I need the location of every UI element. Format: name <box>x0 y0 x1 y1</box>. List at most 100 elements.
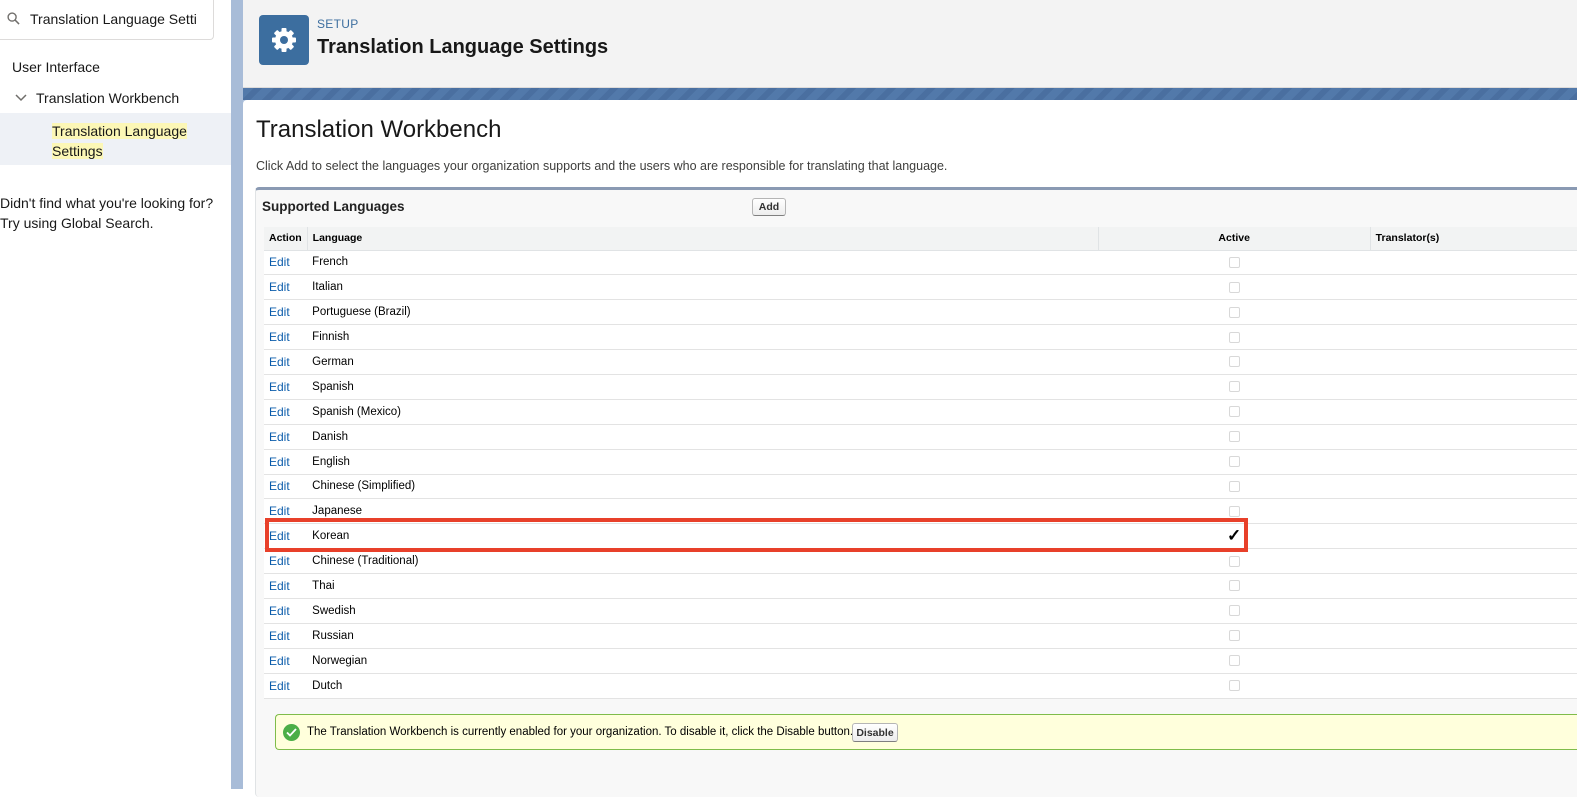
action-cell: Edit <box>264 424 308 450</box>
edit-link[interactable]: Edit <box>269 255 290 269</box>
active-checkbox <box>1228 580 1240 592</box>
edit-link[interactable]: Edit <box>269 305 290 319</box>
active-checkbox <box>1228 605 1240 617</box>
language-cell: Dutch <box>307 673 1099 699</box>
setup-sidebar: Translation Language Settings › User Int… <box>0 0 231 789</box>
tree-item-translation-workbench[interactable]: Translation Workbench <box>36 90 179 106</box>
language-cell: Norwegian <box>307 648 1099 674</box>
table-header-row: Action Language Active Translator(s) <box>264 227 1577 251</box>
edit-link[interactable]: Edit <box>269 679 290 693</box>
sidebar-divider <box>231 0 243 789</box>
translators-cell <box>1370 424 1577 450</box>
status-message: The Translation Workbench is currently e… <box>275 714 1577 750</box>
supported-languages-panel: Supported Languages Add Action Language … <box>255 187 1577 797</box>
edit-link[interactable]: Edit <box>269 654 290 668</box>
active-cell <box>1098 623 1371 649</box>
edit-link[interactable]: Edit <box>269 479 290 493</box>
active-cell <box>1098 399 1371 425</box>
language-cell: Japanese <box>307 498 1099 525</box>
chevron-down-icon[interactable] <box>15 93 27 103</box>
translators-cell <box>1370 299 1577 326</box>
active-cell <box>1098 548 1371 575</box>
setup-icon <box>259 15 309 65</box>
active-checkbox <box>1228 480 1240 492</box>
edit-link[interactable]: Edit <box>269 355 290 369</box>
action-cell: Edit <box>264 573 308 599</box>
table-row: Edit English <box>264 449 1577 475</box>
edit-link[interactable]: Edit <box>269 405 290 419</box>
translators-cell <box>1370 498 1577 525</box>
translators-cell <box>1370 548 1577 575</box>
languages-table: Action Language Active Translator(s) Edi… <box>264 227 1577 699</box>
tree-item-user-interface[interactable]: User Interface <box>12 59 100 75</box>
table-row: Edit Chinese (Simplified) <box>264 474 1577 500</box>
edit-link[interactable]: Edit <box>269 455 290 469</box>
active-cell <box>1098 573 1371 599</box>
action-cell: Edit <box>264 598 308 624</box>
active-checkbox <box>1228 505 1240 517</box>
action-cell: Edit <box>264 299 308 326</box>
translators-cell <box>1370 523 1577 550</box>
language-cell: Thai <box>307 573 1099 599</box>
table-row: Edit Russian <box>264 623 1577 649</box>
active-checkbox <box>1228 456 1240 468</box>
column-header-language: Language <box>307 227 1099 251</box>
active-checkbox <box>1228 331 1240 343</box>
table-row: Edit Swedish <box>264 598 1577 624</box>
selected-label-line2: Settings <box>52 143 103 159</box>
add-button[interactable]: Add <box>752 198 786 216</box>
help-line-1: Didn't find what you're looking for? <box>0 195 214 211</box>
table-row: Edit Norwegian <box>264 648 1577 674</box>
table-row: Edit German <box>264 349 1577 375</box>
table-row: Edit Thai <box>264 573 1577 599</box>
page-header: SETUP Translation Language Settings <box>243 0 1577 88</box>
translators-cell <box>1370 274 1577 301</box>
table-row: Edit Spanish (Mexico) <box>264 399 1577 425</box>
active-checkbox <box>1228 356 1240 368</box>
edit-link[interactable]: Edit <box>269 280 290 294</box>
action-cell: Edit <box>264 498 308 525</box>
active-cell <box>1098 498 1371 525</box>
search-input[interactable]: Translation Language Settings <box>30 11 196 27</box>
action-cell: Edit <box>264 274 308 301</box>
edit-link[interactable]: Edit <box>269 504 290 518</box>
search-icon <box>7 12 20 25</box>
edit-link[interactable]: Edit <box>269 330 290 344</box>
language-cell: Chinese (Simplified) <box>307 474 1099 500</box>
translators-cell <box>1370 250 1577 276</box>
action-cell: Edit <box>264 648 308 674</box>
column-header-active: Active <box>1098 227 1371 251</box>
action-cell: Edit <box>264 673 308 699</box>
language-cell: German <box>307 349 1099 375</box>
disable-button[interactable]: Disable <box>852 723 898 742</box>
active-cell <box>1098 250 1371 276</box>
translators-cell <box>1370 598 1577 624</box>
edit-link[interactable]: Edit <box>269 430 290 444</box>
edit-link[interactable]: Edit <box>269 529 290 543</box>
help-text: Didn't find what you're looking for? Try… <box>0 193 228 233</box>
active-cell <box>1098 648 1371 674</box>
language-cell: Danish <box>307 424 1099 450</box>
edit-link[interactable]: Edit <box>269 629 290 643</box>
check-icon <box>286 728 297 737</box>
active-checkbox <box>1228 406 1240 418</box>
tree-item-translation-language-settings[interactable]: Translation Language Settings <box>52 121 187 161</box>
active-cell <box>1098 673 1371 699</box>
active-checkbox <box>1228 256 1240 268</box>
checkmark-icon: ✓ <box>1227 526 1242 546</box>
edit-link[interactable]: Edit <box>269 380 290 394</box>
edit-link[interactable]: Edit <box>269 604 290 618</box>
table-row: Edit Danish <box>264 424 1577 450</box>
breadcrumb[interactable]: SETUP <box>317 17 359 31</box>
translators-cell <box>1370 573 1577 599</box>
table-row: Edit Spanish <box>264 374 1577 400</box>
edit-link[interactable]: Edit <box>269 554 290 568</box>
translators-cell <box>1370 324 1577 351</box>
column-header-translators: Translator(s) <box>1370 227 1577 251</box>
language-cell: Spanish <box>307 374 1099 400</box>
quick-find-search[interactable]: Translation Language Settings <box>0 0 214 40</box>
action-cell: Edit <box>264 449 308 475</box>
edit-link[interactable]: Edit <box>269 579 290 593</box>
language-cell: Russian <box>307 623 1099 649</box>
column-header-action: Action <box>264 227 308 251</box>
